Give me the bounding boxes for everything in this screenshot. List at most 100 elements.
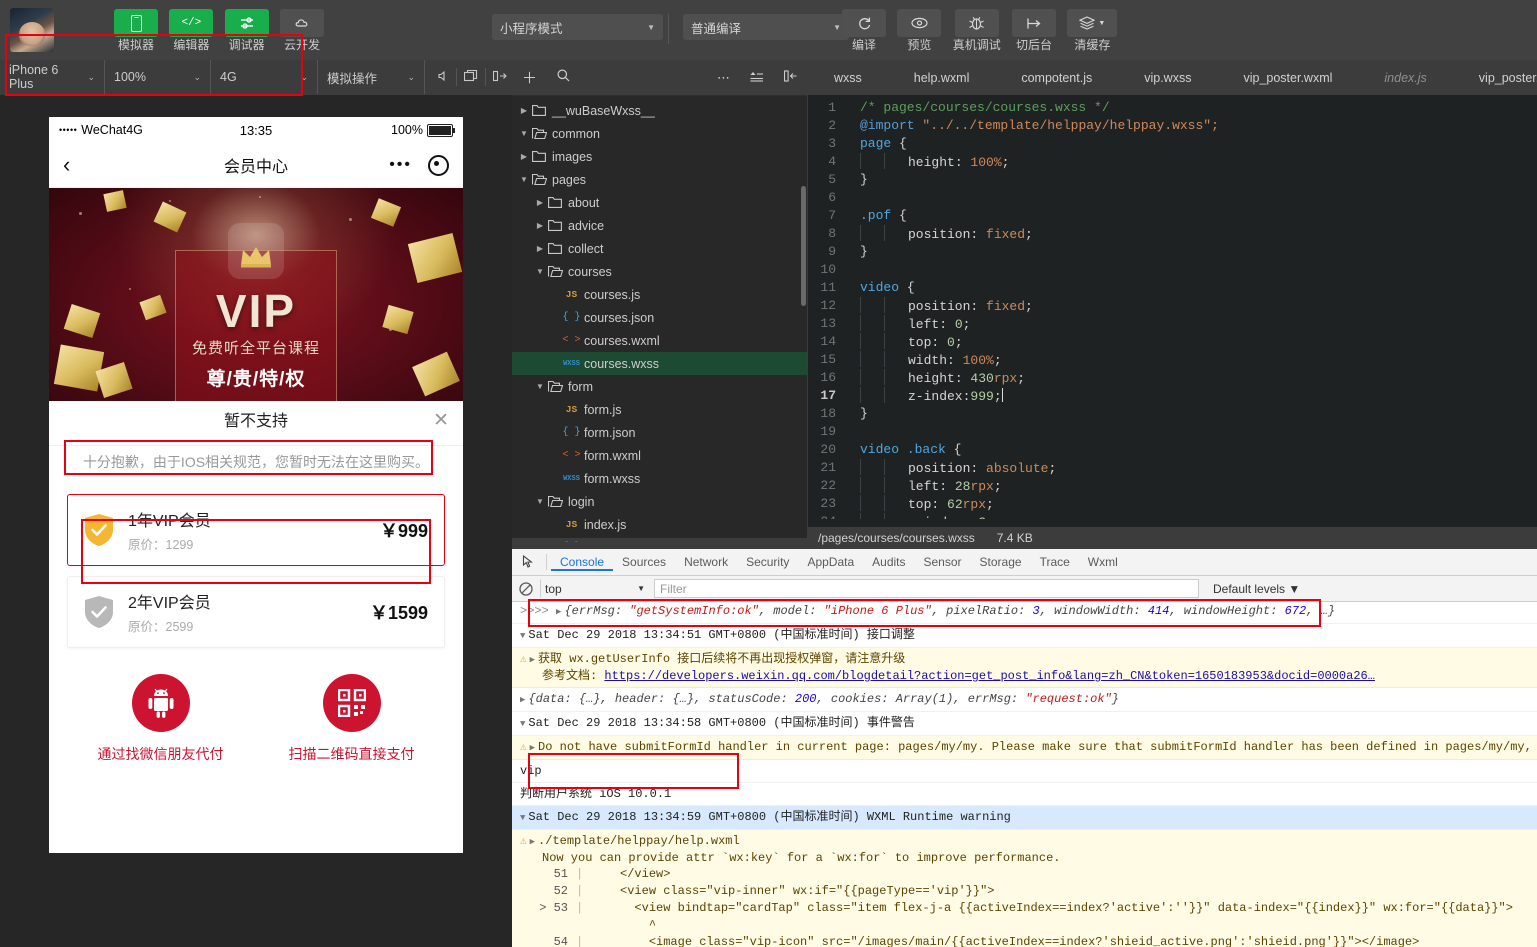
toolbar-button-compile[interactable]: 编译 <box>842 0 886 52</box>
editor-tab-help-wxml[interactable]: help.wxml <box>888 60 996 95</box>
console-levels-select[interactable]: Default levels ▼ <box>1213 582 1300 596</box>
chevron-down-icon[interactable]: ▼ <box>518 129 530 138</box>
code-line[interactable]: 24z-index: 3; <box>808 513 1537 519</box>
tree-item-form-wxss[interactable]: WXSS form.wxss <box>512 467 807 490</box>
code-content[interactable]: 1 /* pages/courses/courses.wxss */ 2 @impor… <box>808 95 1537 519</box>
code-line[interactable]: 1 /* pages/courses/courses.wxss */ <box>808 99 1537 117</box>
code-line[interactable]: 21 position: absolute; <box>808 459 1537 477</box>
console-warning-3[interactable]: ⚠ ▶ ./template/helppay/help.wxml Now you c… <box>512 830 1537 947</box>
payment-option-qrcode[interactable]: 扫描二维码直接支付 <box>256 674 447 764</box>
collapse-arrow-icon[interactable]: ▼ <box>520 628 525 644</box>
editor-tab-wxss[interactable]: wxss <box>808 60 888 95</box>
code-line[interactable]: 15 width: 100%; <box>808 351 1537 369</box>
code-line[interactable]: 3 page { <box>808 135 1537 153</box>
devtools-tab-console[interactable]: Console <box>551 555 614 571</box>
devtools-tab-wxml[interactable]: Wxml <box>1079 555 1127 569</box>
tree-item-advice[interactable]: ▶ advice <box>512 214 807 237</box>
chevron-right-icon[interactable]: ▶ <box>534 198 546 207</box>
code-line[interactable]: 8 position: fixed; <box>808 225 1537 243</box>
close-icon[interactable]: ✕ <box>433 409 449 432</box>
devtools-tab-security[interactable]: Security <box>737 555 798 569</box>
tree-item-login[interactable]: ▼ login <box>512 490 807 513</box>
console-group-2[interactable]: ▼ Sat Dec 29 2018 13:34:58 GMT+0800 (中国标准… <box>512 712 1537 736</box>
console-log-os[interactable]: 判断用户系统 iOS 10.0.1 <box>512 783 1537 806</box>
panel-right-icon[interactable] <box>486 70 514 85</box>
code-line[interactable]: 14 top: 0; <box>808 333 1537 351</box>
devtools-tab-trace[interactable]: Trace <box>1031 555 1079 569</box>
console-filter-input[interactable]: Filter <box>654 579 1199 598</box>
collapse-arrow-icon[interactable]: ▼ <box>520 810 525 826</box>
tree-scrollbar[interactable] <box>801 186 806 306</box>
tree-item-index-js[interactable]: JS index.js <box>512 513 807 536</box>
console-doc-link[interactable]: https://developers.weixin.qq.com/blogdet… <box>604 669 1375 683</box>
code-line[interactable]: 10 <box>808 261 1537 279</box>
target-icon[interactable] <box>428 154 449 176</box>
collapse-icon[interactable] <box>774 69 807 86</box>
editor-tab-bar[interactable]: wxss help.wxml compotent.js vip.wxss vip_pos… <box>808 60 1537 95</box>
editor-tab-compotent-js[interactable]: compotent.js <box>995 60 1118 95</box>
tree-item-index-json[interactable]: { }index.json <box>512 536 807 543</box>
chevron-right-icon[interactable]: ▶ <box>534 244 546 253</box>
tree-item-form-wxml[interactable]: < > form.wxml <box>512 444 807 467</box>
tree-item-form[interactable]: ▼ form <box>512 375 807 398</box>
package-option-2[interactable]: 2年VIP会员 原价：2599 ￥1599 <box>67 576 445 648</box>
back-icon[interactable]: ‹ <box>63 154 70 176</box>
code-line[interactable]: 17 z-index:999; <box>808 387 1537 405</box>
operation-select[interactable]: 模拟操作 ⌄ <box>318 60 425 94</box>
code-line[interactable]: 19 <box>808 423 1537 441</box>
devtools-tab-network[interactable]: Network <box>675 555 737 569</box>
tree-item-pages[interactable]: ▼ pages <box>512 168 807 191</box>
code-line[interactable]: 22 left: 28rpx; <box>808 477 1537 495</box>
code-line[interactable]: 13 left: 0; <box>808 315 1537 333</box>
toolbar-button-editor[interactable]: </> 编辑器 <box>169 0 214 52</box>
code-line[interactable]: 16 height: 430rpx; <box>808 369 1537 387</box>
code-line[interactable]: 11 video { <box>808 279 1537 297</box>
compile-select[interactable]: 普通编译 ▼ <box>683 14 849 40</box>
console-group-3[interactable]: ▼ Sat Dec 29 2018 13:34:59 GMT+0800 (中国标准… <box>512 806 1537 830</box>
inspect-element-icon[interactable] <box>516 549 542 575</box>
search-icon[interactable] <box>547 69 580 86</box>
chevron-right-icon[interactable]: ▶ <box>518 106 530 115</box>
chevron-right-icon[interactable]: ▶ <box>534 221 546 230</box>
tree-item---wubasewxss--[interactable]: ▶ __wuBaseWxss__ <box>512 99 807 122</box>
more-icon[interactable]: ⋯ <box>707 70 740 86</box>
console-output[interactable]: >>>> ▶ {errMsg: "getSystemInfo:ok", model… <box>512 600 1537 947</box>
editor-tab-index-js[interactable]: index.js <box>1358 60 1452 95</box>
console-warning-2[interactable]: ⚠ ▶ Do not have submitFormId handler in cu… <box>512 736 1537 760</box>
code-line[interactable]: 4 height: 100%; <box>808 153 1537 171</box>
zoom-select[interactable]: 100% ⌄ <box>105 60 211 94</box>
tree-item-form-json[interactable]: { } form.json <box>512 421 807 444</box>
toolbar-button-real-device-debug[interactable]: 真机调试 <box>953 0 1001 52</box>
code-line[interactable]: 12 position: fixed; <box>808 297 1537 315</box>
code-line[interactable]: 6 <box>808 189 1537 207</box>
volume-icon[interactable] <box>430 70 456 85</box>
toolbar-button-background[interactable]: 切后台 <box>1012 0 1057 52</box>
tree-item-courses-js[interactable]: JS courses.js <box>512 283 807 306</box>
chevron-down-icon[interactable]: ▼ <box>534 382 546 391</box>
collapse-arrow-icon[interactable]: ▼ <box>520 716 525 732</box>
mode-select[interactable]: 小程序模式 ▼ <box>492 14 663 40</box>
tree-item-courses-json[interactable]: { } courses.json <box>512 306 807 329</box>
code-line[interactable]: 18} <box>808 405 1537 423</box>
tree-item-courses-wxml[interactable]: < > courses.wxml <box>512 329 807 352</box>
code-line[interactable]: 23 top: 62rpx; <box>808 495 1537 513</box>
code-line[interactable]: 5} <box>808 171 1537 189</box>
console-context-select[interactable]: top ▼ <box>540 579 650 598</box>
expand-arrow-icon[interactable]: ▶ <box>530 834 535 850</box>
payment-option-friend-pay[interactable]: 通过找微信朋友代付 <box>65 674 256 764</box>
sort-icon[interactable] <box>740 69 774 86</box>
code-line[interactable]: 2 @import "../../template/helppay/helppay… <box>808 117 1537 135</box>
toolbar-button-cloud[interactable]: 云开发 <box>280 0 325 52</box>
more-dots-icon[interactable]: ••• <box>389 157 412 173</box>
chevron-down-icon[interactable]: ▼ <box>534 497 546 506</box>
devtools-tab-storage[interactable]: Storage <box>971 555 1031 569</box>
device-select[interactable]: iPhone 6 Plus ⌄ <box>0 60 105 94</box>
chevron-down-icon[interactable]: ▼ <box>534 267 546 276</box>
toolbar-button-preview[interactable]: 预览 <box>897 0 942 52</box>
user-avatar[interactable] <box>10 8 54 52</box>
code-line[interactable]: 9} <box>808 243 1537 261</box>
code-line[interactable]: 20 video .back { <box>808 441 1537 459</box>
code-line[interactable]: 7 .pof { <box>808 207 1537 225</box>
devtools-tab-audits[interactable]: Audits <box>863 555 914 569</box>
tree-item-courses[interactable]: ▼ courses <box>512 260 807 283</box>
